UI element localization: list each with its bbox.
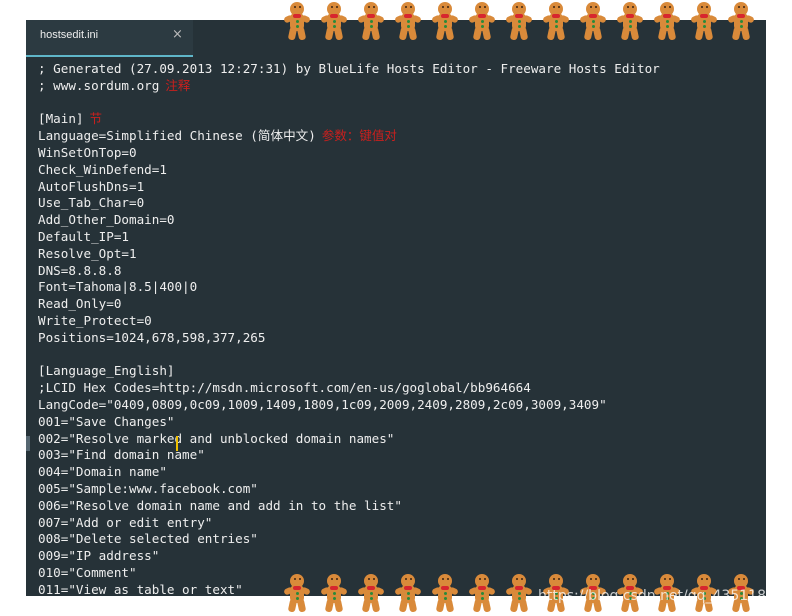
annotation-param: 参数：键值对 (321, 128, 397, 143)
annotation-section: 节 (89, 111, 103, 126)
gingerbread-man-icon (357, 2, 385, 42)
code-line[interactable]: Language=Simplified Chinese (简体中文) 参数：键值对 (38, 127, 397, 144)
gingerbread-man-icon (357, 574, 385, 614)
code-line[interactable]: ;LCID Hex Codes=http://msdn.microsoft.co… (38, 379, 531, 396)
code-line[interactable]: WinSetOnTop=0 (38, 144, 137, 161)
code-line[interactable]: 006="Resolve domain name and add in to t… (38, 497, 402, 514)
tab-hostsedit[interactable]: hostsedit.ini × (26, 20, 193, 57)
gutter-marker (26, 436, 30, 451)
gingerbread-man-icon (394, 2, 422, 42)
code-line[interactable]: Resolve_Opt=1 (38, 245, 137, 262)
annotation-comment: 注释 (165, 78, 191, 93)
gingerbread-man-icon (320, 574, 348, 614)
watermark: https://blog.csdn.net/qq_43511842 (538, 588, 784, 604)
code-line[interactable]: 002="Resolve marked and unblocked domain… (38, 430, 394, 447)
code-line[interactable]: 010="Comment" (38, 564, 137, 581)
gingerbread-man-icon (431, 2, 459, 42)
gingerbread-man-icon (690, 2, 718, 42)
code-line[interactable]: 005="Sample:www.facebook.com" (38, 480, 258, 497)
code-line[interactable]: Positions=1024,678,598,377,265 (38, 329, 265, 346)
gingerbread-man-icon (616, 2, 644, 42)
gingerbread-man-icon (394, 574, 422, 614)
code-line[interactable]: 008="Delete selected entries" (38, 530, 258, 547)
code-line[interactable]: [Language_English] (38, 362, 174, 379)
tab-title[interactable]: hostsedit.ini (40, 29, 98, 41)
gingerbread-man-icon (468, 2, 496, 42)
code-line[interactable]: ; Generated (27.09.2013 12:27:31) by Blu… (38, 60, 660, 77)
code-line[interactable]: AutoFlushDns=1 (38, 178, 144, 195)
code-line[interactable]: 004="Domain name" (38, 463, 167, 480)
gingerbread-man-icon (431, 574, 459, 614)
gingerbread-man-icon (283, 2, 311, 42)
gingerbread-man-icon (579, 2, 607, 42)
code-line[interactable]: 001="Save Changes" (38, 413, 174, 430)
code-line[interactable]: 009="IP address" (38, 547, 159, 564)
gingerbread-man-icon (727, 2, 755, 42)
code-line[interactable]: Write_Protect=0 (38, 312, 152, 329)
code-editor[interactable]: ; Generated (27.09.2013 12:27:31) by Blu… (26, 60, 766, 596)
gingerbread-man-icon (542, 2, 570, 42)
gingerbread-man-icon (653, 2, 681, 42)
code-line[interactable]: Default_IP=1 (38, 228, 129, 245)
editor-window: hostsedit.ini × ; Generated (27.09.2013 … (26, 20, 766, 596)
code-line[interactable]: Check_WinDefend=1 (38, 161, 167, 178)
code-line[interactable]: DNS=8.8.8.8 (38, 262, 121, 279)
code-line[interactable]: LangCode="0409,0809,0c09,1009,1409,1809,… (38, 396, 607, 413)
code-line[interactable]: Add_Other_Domain=0 (38, 211, 174, 228)
gingerbread-man-icon (283, 574, 311, 614)
code-line[interactable]: 007="Add or edit entry" (38, 514, 212, 531)
gingerbread-man-icon (468, 574, 496, 614)
gingerbread-man-icon (505, 574, 533, 614)
code-line[interactable]: 011="View as table or text" (38, 581, 243, 596)
close-icon[interactable]: × (172, 27, 183, 42)
code-line[interactable]: 003="Find domain name" (38, 446, 205, 463)
code-line[interactable]: [Main] 节 (38, 110, 102, 127)
code-line[interactable]: Font=Tahoma|8.5|400|0 (38, 278, 197, 295)
text-cursor (176, 436, 178, 451)
code-line[interactable]: Read_Only=0 (38, 295, 121, 312)
code-line[interactable]: ; www.sordum.org 注释 (38, 77, 190, 94)
code-line[interactable]: Use_Tab_Char=0 (38, 194, 144, 211)
gingerbread-man-icon (505, 2, 533, 42)
gingerbread-man-icon (320, 2, 348, 42)
